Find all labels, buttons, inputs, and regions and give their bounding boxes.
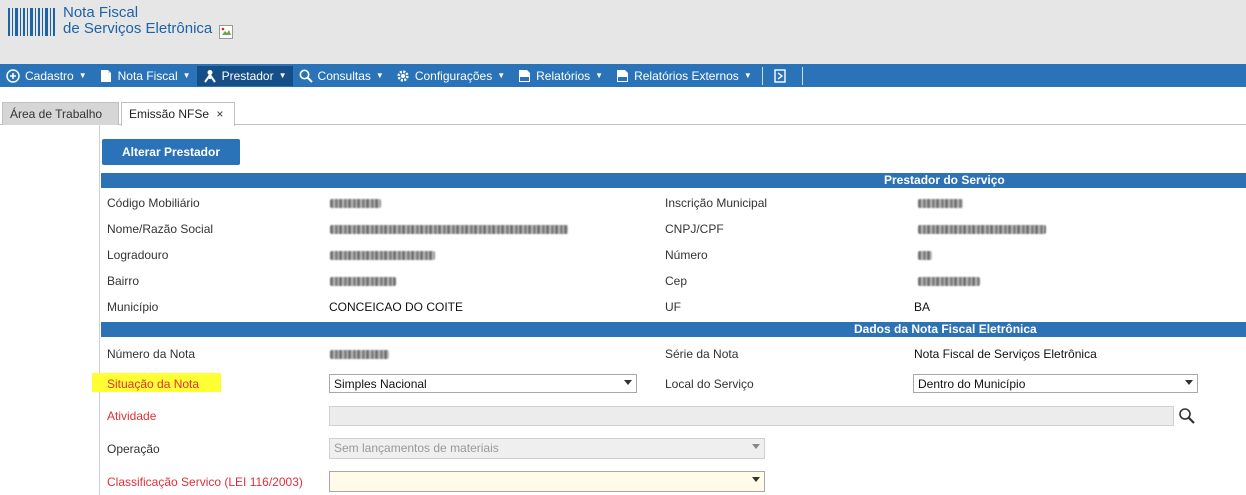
codigo-mobiliario-value-redacted (330, 199, 381, 208)
section-nota-header: Dados da Nota Fiscal Eletrônica (101, 322, 1246, 337)
broken-image-icon (219, 25, 233, 39)
search-icon[interactable] (1178, 407, 1196, 425)
menu-separator (761, 66, 763, 85)
caret-down-icon: ▼ (375, 71, 384, 80)
menu-configuracoes[interactable]: Configurações ▼ (390, 66, 511, 86)
emissao-nfse-panel: Alterar Prestador Prestador do Serviço C… (92, 125, 1246, 495)
main-menu-bar: Cadastro ▼ Nota Fiscal ▼ Prestador ▼ Con… (0, 64, 1246, 87)
menu-consultas[interactable]: Consultas ▼ (293, 66, 390, 86)
municipio-label: Município (107, 300, 159, 314)
pdf-report-icon (517, 69, 531, 83)
caret-down-icon: ▼ (595, 71, 604, 80)
situacao-nota-label: Situação da Nota (107, 377, 200, 391)
app-title-line1: Nota Fiscal (63, 4, 139, 21)
plus-circle-icon (6, 68, 20, 83)
menu-relatorios[interactable]: Relatórios ▼ (511, 66, 609, 86)
alterar-prestador-button[interactable]: Alterar Prestador (102, 139, 240, 165)
tab-emissao-nfse-label: Emissão NFSe (129, 107, 210, 121)
local-servico-selected: Dentro do Município (918, 377, 1026, 391)
menu-relatorios-externos-label: Relatórios Externos (634, 68, 739, 83)
search-icon (299, 69, 313, 83)
menu-relatorios-externos[interactable]: Relatórios Externos ▼ (609, 66, 758, 86)
menu-prestador[interactable]: Prestador ▼ (196, 65, 293, 86)
logout-button[interactable] (767, 66, 798, 86)
caret-down-icon: ▼ (78, 71, 87, 80)
bairro-value-redacted (330, 277, 396, 286)
inscricao-municipal-label: Inscrição Municipal (665, 196, 768, 210)
cnpj-cpf-label: CNPJ/CPF (665, 222, 724, 236)
situacao-nota-select[interactable]: Simples Nacional (329, 374, 637, 393)
uf-label: UF (665, 300, 681, 314)
pdf-report-icon (615, 69, 629, 83)
menu-cadastro[interactable]: Cadastro ▼ (0, 66, 93, 86)
barcode-logo-icon (8, 8, 55, 36)
uf-value: BA (914, 300, 931, 314)
numero-nota-label: Número da Nota (107, 347, 196, 361)
logradouro-label: Logradouro (107, 248, 169, 262)
close-tab-icon[interactable]: × (216, 107, 223, 121)
section-nota-title: Dados da Nota Fiscal Eletrônica (854, 322, 1037, 336)
dropdown-arrow-icon (1185, 380, 1193, 385)
menu-separator (801, 66, 803, 85)
gear-icon (396, 69, 410, 83)
operacao-selected: Sem lançamentos de materiais (334, 441, 499, 455)
municipio-value: CONCEICAO DO COITE (329, 300, 464, 314)
situacao-nota-selected: Simples Nacional (334, 377, 427, 391)
section-prestador-header: Prestador do Serviço (101, 173, 1246, 188)
local-servico-select[interactable]: Dentro do Município (913, 374, 1198, 393)
dropdown-arrow-icon (752, 477, 760, 482)
menu-prestador-label: Prestador (221, 68, 274, 83)
local-servico-label: Local do Serviço (665, 377, 754, 391)
bairro-label: Bairro (107, 274, 140, 288)
cnpj-cpf-value-redacted (918, 225, 1046, 234)
tab-bar: Área de Trabalho Emissão NFSe × (0, 102, 1246, 126)
dropdown-arrow-icon (752, 444, 760, 449)
caret-down-icon: ▼ (497, 71, 506, 80)
caret-down-icon: ▼ (278, 71, 287, 80)
serie-nota-label: Série da Nota (665, 347, 739, 361)
nome-razao-social-label: Nome/Razão Social (107, 222, 214, 236)
atividade-input[interactable] (329, 406, 1174, 426)
codigo-mobiliario-label: Código Mobiliário (107, 196, 200, 210)
inscricao-municipal-value-redacted (918, 199, 963, 208)
menu-nota-fiscal-label: Nota Fiscal (117, 68, 178, 83)
tab-area-de-trabalho-label: Área de Trabalho (10, 107, 103, 121)
atividade-label: Atividade (107, 409, 157, 423)
menu-relatorios-label: Relatórios (536, 68, 591, 83)
exit-door-icon (773, 68, 787, 83)
caret-down-icon: ▼ (743, 71, 752, 80)
person-icon (203, 69, 217, 83)
operacao-label: Operação (107, 442, 160, 456)
serie-nota-value: Nota Fiscal de Serviços Eletrônica (914, 347, 1097, 361)
app-title: Nota Fiscal de Serviços Eletrônica (63, 5, 212, 37)
classificacao-servico-select[interactable] (329, 471, 765, 492)
tab-area-de-trabalho[interactable]: Área de Trabalho (2, 102, 119, 125)
numero-nota-value-redacted (330, 350, 389, 359)
dropdown-arrow-icon (624, 380, 632, 385)
tab-emissao-nfse[interactable]: Emissão NFSe × (121, 102, 235, 126)
menu-cadastro-label: Cadastro (25, 68, 74, 83)
logradouro-value-redacted (330, 251, 435, 260)
nome-razao-social-value-redacted (330, 225, 568, 234)
app-title-line2: de Serviços Eletrônica (63, 20, 213, 37)
classificacao-servico-label: Classificação Servico (LEI 116/2003) (107, 475, 303, 489)
section-prestador-title: Prestador do Serviço (884, 173, 1005, 187)
operacao-select[interactable]: Sem lançamentos de materiais (329, 438, 765, 459)
document-icon (99, 69, 113, 83)
menu-configuracoes-label: Configurações (414, 68, 493, 83)
app-header: Nota Fiscal de Serviços Eletrônica (0, 0, 1246, 64)
cep-label: Cep (665, 274, 688, 288)
cep-value-redacted (918, 277, 980, 286)
numero-label: Número (665, 248, 708, 262)
caret-down-icon: ▼ (182, 71, 191, 80)
menu-nota-fiscal[interactable]: Nota Fiscal ▼ (93, 66, 197, 86)
menu-consultas-label: Consultas (317, 68, 371, 83)
numero-value-redacted (918, 251, 932, 260)
